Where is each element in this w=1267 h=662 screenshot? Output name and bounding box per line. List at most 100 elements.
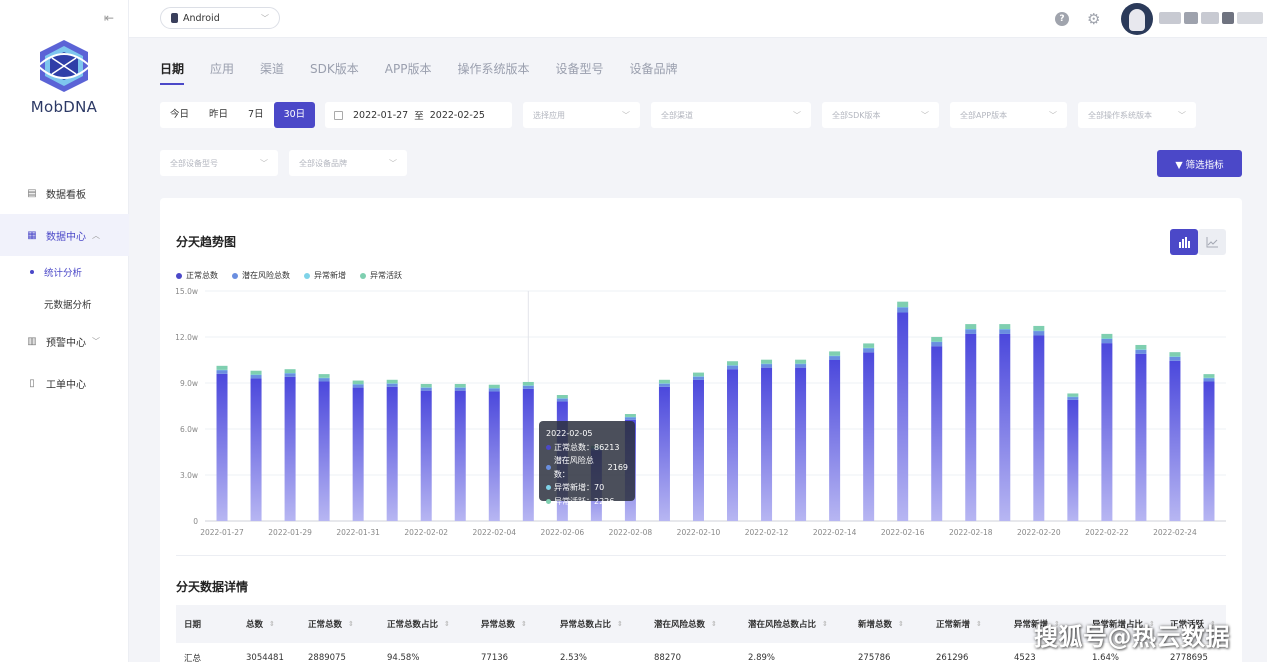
bar-segment[interactable]	[250, 378, 262, 521]
table-header-cell[interactable]: 正常总数 ⇕	[300, 618, 379, 630]
bar-segment[interactable]	[863, 343, 875, 348]
bar-segment[interactable]	[1101, 338, 1113, 344]
bar-segment[interactable]	[250, 374, 262, 379]
bar-segment[interactable]	[931, 346, 943, 521]
bar-segment[interactable]	[284, 373, 296, 374]
bar-segment[interactable]	[1203, 381, 1215, 521]
bar-segment[interactable]	[522, 385, 534, 386]
tab-device-model[interactable]: 设备型号	[555, 60, 603, 85]
bar-segment[interactable]	[454, 387, 466, 391]
bar-segment[interactable]	[556, 398, 568, 402]
tab-app[interactable]: 应用	[210, 60, 234, 85]
bar-segment[interactable]	[488, 384, 500, 389]
bar-segment[interactable]	[454, 390, 466, 521]
sidebar-subitem-stats[interactable]: 统计分析	[0, 256, 129, 288]
bar-segment[interactable]	[624, 416, 636, 418]
bar-segment[interactable]	[454, 387, 466, 388]
bar-segment[interactable]	[522, 385, 534, 389]
tab-date[interactable]: 日期	[160, 60, 185, 85]
app-select[interactable]: 选择应用 ﹀	[523, 102, 640, 128]
bar-segment[interactable]	[488, 388, 500, 392]
tab-device-brand[interactable]: 设备品牌	[630, 60, 678, 85]
date-range-picker[interactable]: 2022-01-27 至 2022-02-25	[325, 102, 512, 128]
bar-segment[interactable]	[658, 383, 670, 384]
bar-segment[interactable]	[761, 367, 773, 521]
tab-os-version[interactable]: 操作系统版本	[457, 60, 529, 85]
sort-icon[interactable]: ⇕	[269, 620, 275, 628]
sort-icon[interactable]: ⇕	[822, 620, 828, 628]
bar-segment[interactable]	[692, 376, 704, 377]
bar-segment[interactable]	[1169, 356, 1181, 361]
bar-segment[interactable]	[1067, 396, 1079, 398]
bar-segment[interactable]	[727, 365, 739, 370]
bar-segment[interactable]	[1203, 377, 1215, 379]
bar-segment[interactable]	[1135, 344, 1147, 350]
bar-segment[interactable]	[1135, 353, 1147, 521]
bar-segment[interactable]	[727, 365, 739, 366]
bar-segment[interactable]	[216, 365, 228, 370]
collapse-sidebar-icon[interactable]: ⇤	[104, 11, 114, 25]
bar-segment[interactable]	[863, 348, 875, 353]
table-header-cell[interactable]: 总数 ⇕	[238, 618, 300, 630]
bar-segment[interactable]	[1067, 396, 1079, 400]
bar-segment[interactable]	[488, 388, 500, 389]
legend-item-abnormal-active[interactable]: 异常活跃	[360, 270, 402, 281]
sidebar-item-dashboard[interactable]: ▤ 数据看板	[0, 172, 129, 214]
range-7d-button[interactable]: 7日	[238, 102, 274, 128]
bar-segment[interactable]	[829, 355, 841, 357]
help-icon[interactable]: ?	[1055, 12, 1069, 26]
legend-item-normal[interactable]: 正常总数	[176, 270, 218, 281]
bar-segment[interactable]	[863, 347, 875, 349]
bar-segment[interactable]	[522, 381, 534, 386]
bar-segment[interactable]	[795, 367, 807, 521]
bar-segment[interactable]	[318, 377, 330, 379]
table-header-cell[interactable]: 异常总数 ⇕	[473, 618, 552, 630]
device-brand-select[interactable]: 全部设备品牌 ﹀	[289, 150, 407, 176]
bar-segment[interactable]	[1169, 360, 1181, 521]
app-version-select[interactable]: 全部APP版本 ﹀	[950, 102, 1067, 128]
bar-segment[interactable]	[420, 387, 432, 391]
bar-segment[interactable]	[829, 360, 841, 521]
tab-channel[interactable]: 渠道	[260, 60, 284, 85]
bar-segment[interactable]	[352, 384, 364, 385]
sort-icon[interactable]: ⇕	[521, 620, 527, 628]
device-model-select[interactable]: 全部设备型号 ﹀	[160, 150, 278, 176]
bar-segment[interactable]	[999, 333, 1011, 521]
bar-segment[interactable]	[897, 312, 909, 521]
bar-segment[interactable]	[999, 324, 1011, 329]
bar-segment[interactable]	[318, 377, 330, 382]
bar-segment[interactable]	[897, 307, 909, 308]
sidebar-item-data-center[interactable]: ▦ 数据中心 ︿	[0, 214, 129, 256]
bar-segment[interactable]	[1067, 399, 1079, 521]
bar-segment[interactable]	[352, 380, 364, 385]
table-header-cell[interactable]: 正常新增 ⇕	[928, 618, 1006, 630]
bar-segment[interactable]	[216, 369, 228, 374]
tab-sdk-version[interactable]: SDK版本	[310, 60, 359, 85]
bar-segment[interactable]	[420, 390, 432, 521]
bar-segment[interactable]	[1101, 333, 1113, 339]
bar-segment[interactable]	[1033, 330, 1045, 332]
gear-icon[interactable]: ⚙	[1087, 10, 1100, 28]
bar-segment[interactable]	[454, 383, 466, 388]
bar-segment[interactable]	[386, 386, 398, 521]
bar-segment[interactable]	[658, 383, 670, 387]
bar-segment[interactable]	[795, 363, 807, 365]
bar-segment[interactable]	[692, 372, 704, 377]
sort-icon[interactable]: ⇕	[711, 620, 717, 628]
bar-segment[interactable]	[284, 376, 296, 521]
bar-segment[interactable]	[863, 352, 875, 521]
bar-segment[interactable]	[352, 387, 364, 521]
username-redacted[interactable]	[1159, 12, 1263, 24]
platform-select[interactable]: Android ﹀	[160, 7, 280, 29]
bar-segment[interactable]	[999, 328, 1011, 330]
legend-item-abnormal-new[interactable]: 异常新增	[304, 270, 346, 281]
bar-segment[interactable]	[727, 369, 739, 521]
bar-segment[interactable]	[1135, 349, 1147, 354]
bar-segment[interactable]	[624, 417, 636, 420]
filter-metrics-button[interactable]: ▼ 筛选指标	[1157, 150, 1242, 177]
bar-segment[interactable]	[761, 363, 773, 365]
bar-segment[interactable]	[556, 395, 568, 399]
bar-segment[interactable]	[965, 324, 977, 329]
sort-icon[interactable]: ⇕	[617, 620, 623, 628]
bar-segment[interactable]	[692, 376, 704, 380]
